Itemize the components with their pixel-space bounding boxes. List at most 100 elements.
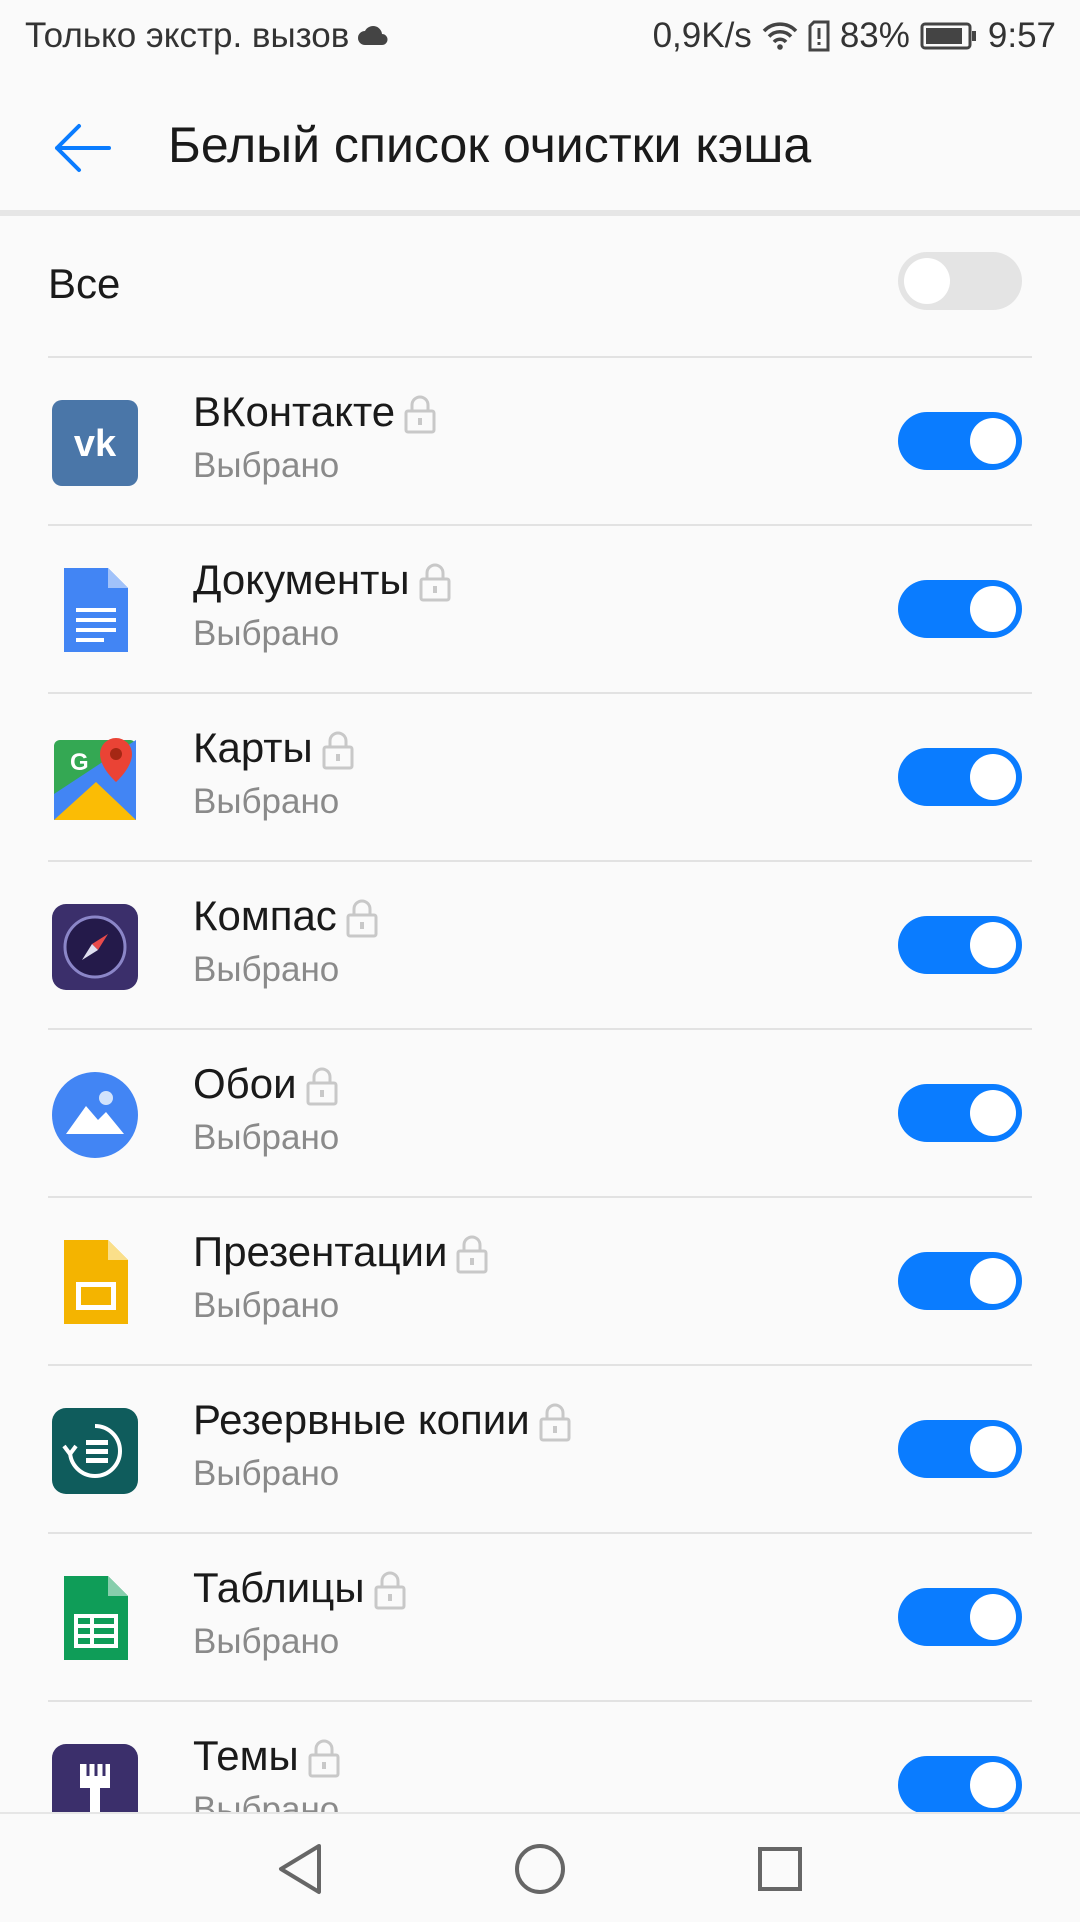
status-bar: Только экстр. вызов 0,9K/s 83% 9:57 — [0, 0, 1080, 76]
app-toggle-docs[interactable] — [898, 580, 1022, 638]
app-list: vk ВКонтакте Выбрано Документы Выбрано G… — [0, 356, 1080, 1812]
lock-icon — [308, 1739, 340, 1778]
docs-icon — [50, 566, 140, 656]
toggle-knob — [970, 1762, 1016, 1808]
battery-percent: 83% — [839, 16, 910, 55]
app-status: Выбрано — [193, 446, 340, 485]
vk-icon: vk — [50, 398, 140, 488]
app-name-text: Компас — [193, 892, 337, 939]
toggle-knob — [970, 754, 1016, 800]
app-name-text: Презентации — [193, 1228, 448, 1275]
app-toggle-themes[interactable] — [898, 1756, 1022, 1812]
carrier-text: Только экстр. вызов — [25, 16, 350, 55]
app-name: Темы — [193, 1732, 341, 1780]
app-name: Таблицы — [193, 1564, 407, 1612]
app-status: Выбрано — [193, 1622, 340, 1661]
slides-icon — [50, 1238, 140, 1328]
network-speed: 0,9K/s — [652, 16, 752, 55]
status-left: Только экстр. вызов — [25, 16, 389, 56]
nav-home-button[interactable] — [505, 1834, 575, 1904]
wifi-icon — [762, 21, 798, 51]
app-name: Карты — [193, 724, 355, 772]
themes-icon — [50, 1742, 140, 1812]
app-row-vkontakte[interactable]: vk ВКонтакте Выбрано — [0, 358, 1080, 526]
toggle-knob — [904, 258, 950, 304]
toggle-knob — [970, 1426, 1016, 1472]
app-toggle-vkontakte[interactable] — [898, 412, 1022, 470]
app-name-text: Резервные копии — [193, 1396, 530, 1443]
select-all-toggle[interactable] — [898, 252, 1022, 310]
app-toggle-compass[interactable] — [898, 916, 1022, 974]
app-row-slides[interactable]: Презентации Выбрано — [0, 1198, 1080, 1366]
app-toggle-slides[interactable] — [898, 1252, 1022, 1310]
app-name: Резервные копии — [193, 1396, 572, 1444]
status-right: 0,9K/s 83% 9:57 — [653, 16, 1056, 56]
lock-icon — [374, 1571, 406, 1610]
app-name-text: Карты — [193, 724, 313, 771]
app-name: Документы — [193, 556, 452, 604]
toggle-knob — [970, 418, 1016, 464]
sheets-icon — [50, 1574, 140, 1664]
app-name-text: Обои — [193, 1060, 297, 1107]
app-bar: Белый список очистки кэша — [0, 76, 1080, 210]
app-name-text: Таблицы — [193, 1564, 365, 1611]
toggle-knob — [970, 1594, 1016, 1640]
lock-icon — [419, 563, 451, 602]
lock-icon — [322, 731, 354, 770]
app-toggle-sheets[interactable] — [898, 1588, 1022, 1646]
lock-icon — [346, 899, 378, 938]
app-row-compass[interactable]: Компас Выбрано — [0, 862, 1080, 1030]
app-toggle-maps[interactable] — [898, 748, 1022, 806]
app-name-text: Темы — [193, 1732, 299, 1779]
app-name: Обои — [193, 1060, 339, 1108]
app-row-maps[interactable]: G Карты Выбрано — [0, 694, 1080, 862]
app-status: Выбрано — [193, 782, 340, 821]
back-arrow-icon — [55, 124, 111, 172]
maps-icon: G — [50, 734, 140, 824]
sim-alert-icon — [808, 20, 830, 52]
lock-icon — [404, 395, 436, 434]
app-status: Выбрано — [193, 1118, 340, 1157]
app-status: Выбрано — [193, 1790, 340, 1812]
cloud-icon — [357, 25, 389, 47]
toggle-knob — [970, 1258, 1016, 1304]
backup-icon — [50, 1406, 140, 1496]
app-toggle-backup[interactable] — [898, 1420, 1022, 1478]
clock: 9:57 — [987, 16, 1056, 55]
lock-icon — [456, 1235, 488, 1274]
app-status: Выбрано — [193, 614, 340, 653]
app-row-sheets[interactable]: Таблицы Выбрано — [0, 1534, 1080, 1702]
app-status: Выбрано — [193, 1454, 340, 1493]
app-name: ВКонтакте — [193, 388, 437, 436]
app-name: Презентации — [193, 1228, 489, 1276]
app-status: Выбрано — [193, 950, 340, 989]
app-row-backup[interactable]: Резервные копии Выбрано — [0, 1366, 1080, 1534]
nav-back-button[interactable] — [265, 1834, 335, 1904]
page-title: Белый список очистки кэша — [168, 117, 812, 173]
app-row-docs[interactable]: Документы Выбрано — [0, 526, 1080, 694]
app-row-wallpapers[interactable]: Обои Выбрано — [0, 1030, 1080, 1198]
svg-text:vk: vk — [74, 423, 117, 465]
square-recents-icon — [758, 1847, 802, 1891]
toggle-knob — [970, 1090, 1016, 1136]
compass-icon — [50, 902, 140, 992]
app-toggle-wallpapers[interactable] — [898, 1084, 1022, 1142]
battery-icon — [920, 22, 978, 50]
nav-recents-button[interactable] — [745, 1834, 815, 1904]
app-name: Компас — [193, 892, 379, 940]
lock-icon — [539, 1403, 571, 1442]
toggle-knob — [970, 586, 1016, 632]
select-all-row[interactable]: Все — [0, 216, 1080, 356]
circle-home-icon — [515, 1844, 565, 1894]
triangle-back-icon — [279, 1844, 321, 1894]
app-row-themes[interactable]: Темы Выбрано — [0, 1702, 1080, 1812]
wallpapers-icon — [50, 1070, 140, 1160]
svg-text:G: G — [70, 749, 89, 776]
select-all-label: Все — [48, 260, 121, 307]
app-name-text: ВКонтакте — [193, 388, 396, 435]
app-name-text: Документы — [193, 556, 410, 603]
toggle-knob — [970, 922, 1016, 968]
lock-icon — [306, 1067, 338, 1106]
back-button[interactable] — [40, 106, 124, 190]
navigation-bar — [0, 1812, 1080, 1922]
